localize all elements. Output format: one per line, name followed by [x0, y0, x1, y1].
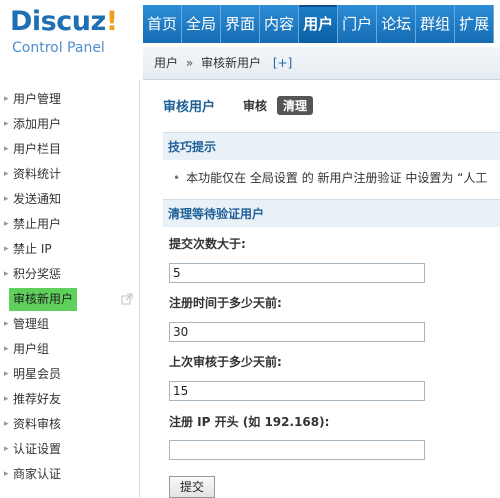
tab-group[interactable]: 群组	[416, 5, 456, 43]
bullet-icon: ▸	[4, 244, 9, 254]
tab-style[interactable]: 界面	[221, 5, 261, 43]
sidebar-item-label: 用户管理	[13, 92, 62, 106]
sidebar-item-recommend-friends[interactable]: ▸ 推荐好友	[0, 387, 139, 412]
sidebar-item-add-user[interactable]: ▸ 添加用户	[0, 112, 139, 137]
bullet-icon: ▸	[4, 394, 9, 404]
sidebar-item-label: 禁止 IP	[13, 242, 52, 256]
sidebar-item-send-notice[interactable]: ▸ 发送通知	[0, 187, 139, 212]
bullet-icon: ▸	[4, 94, 9, 104]
bullet-icon: ▸	[4, 119, 9, 129]
bullet-icon: ▸	[4, 419, 9, 429]
tab-user[interactable]: 用户	[299, 5, 339, 43]
bullet-icon: •	[173, 171, 181, 185]
tip-line: • 本功能仅在 全局设置 的 新用户注册验证 中设置为 “人工	[173, 169, 487, 186]
bullet-icon: ▸	[4, 344, 9, 354]
submit-count-input[interactable]	[169, 263, 425, 283]
sidebar-item-user-groups[interactable]: ▸ 用户组	[0, 337, 139, 362]
sidebar-item-profile-review[interactable]: ▸ 资料审核	[0, 412, 139, 437]
bullet-icon: ▸	[4, 469, 9, 479]
bullet-icon: ▸	[4, 219, 9, 229]
tip-text: 本功能仅在 全局设置 的 新用户注册验证 中设置为 “人工	[186, 171, 488, 185]
sidebar-item-label: 管理组	[13, 317, 50, 331]
tab-home[interactable]: 首页	[143, 5, 183, 43]
sidebar-item-credits[interactable]: ▸ 积分奖惩	[0, 262, 139, 287]
bullet-icon: ▸	[4, 194, 9, 204]
sidebar-item-star-members[interactable]: ▸ 明星会员	[0, 362, 139, 387]
tab-content[interactable]: 内容	[260, 5, 300, 43]
sidebar-item-review-new-users[interactable]: 审核新用户	[0, 287, 139, 312]
tab-forum[interactable]: 论坛	[377, 5, 417, 43]
sidebar-item-label: 积分奖惩	[13, 267, 62, 281]
bullet-icon: ▸	[4, 369, 9, 379]
field-label-reg-ip: 注册 IP 开头 (如 192.168):	[169, 415, 330, 429]
tab-global[interactable]: 全局	[182, 5, 222, 43]
breadcrumb-separator: »	[185, 56, 194, 70]
bullet-icon: ▸	[4, 169, 9, 179]
sidebar-item-label: 明星会员	[13, 367, 62, 381]
regdate-days-input[interactable]	[169, 322, 425, 342]
external-link-icon[interactable]	[121, 293, 133, 305]
bullet-icon: ▸	[4, 319, 9, 329]
bullet-icon: ▸	[4, 269, 9, 279]
header: Discuz! Control Panel 首页 全局 界面 内容 用户 门户 …	[0, 0, 500, 80]
sidebar-item-label: 发送通知	[13, 192, 62, 206]
bullet-icon: ▸	[4, 444, 9, 454]
page-title-row: 审核用户 审核 清理	[163, 95, 314, 115]
breadcrumb: 用户 » 审核新用户 [+]	[143, 47, 500, 80]
sidebar-item-label: 添加用户	[13, 117, 62, 131]
add-shortcut-button[interactable]: [+]	[273, 56, 292, 70]
page-title: 审核用户	[163, 99, 216, 115]
sidebar-item-label: 禁止用户	[13, 217, 62, 231]
sidebar: ▸ 用户管理 ▸ 添加用户 ▸ 用户栏目 ▸ 资料统计 ▸ 发送通知 ▸ 禁止用户 ▸ 禁止 …	[0, 80, 140, 498]
sidebar-item-profile-stats[interactable]: ▸ 资料统计	[0, 162, 139, 187]
sidebar-item-label: 用户栏目	[13, 142, 62, 156]
reg-ip-input[interactable]	[169, 440, 425, 460]
tab-clean[interactable]: 清理	[277, 95, 314, 115]
sidebar-item-label: 推荐好友	[13, 392, 62, 406]
sidebar-item-label: 用户组	[13, 342, 50, 356]
tab-portal[interactable]: 门户	[338, 5, 378, 43]
clean-header: 清理等待验证用户	[163, 199, 500, 227]
bullet-icon: ▸	[4, 144, 9, 154]
breadcrumb-section[interactable]: 用户	[154, 56, 178, 70]
sidebar-item-label: 资料审核	[13, 417, 62, 431]
sidebar-item-label: 商家认证	[13, 467, 62, 481]
field-label-last-review: 上次审核于多少天前:	[169, 355, 282, 369]
sidebar-item-user-manage[interactable]: ▸ 用户管理	[0, 87, 139, 112]
sidebar-item-merchant-verify[interactable]: ▸ 商家认证	[0, 462, 139, 487]
sidebar-item-verify-settings[interactable]: ▸ 认证设置	[0, 437, 139, 462]
field-label-submit-count: 提交次数大于:	[169, 237, 246, 251]
sidebar-item-admin-groups[interactable]: ▸ 管理组	[0, 312, 139, 337]
breadcrumb-page: 审核新用户	[201, 56, 262, 70]
sidebar-item-label: 审核新用户	[9, 288, 78, 311]
tab-review[interactable]: 审核	[243, 97, 267, 114]
sidebar-item-label: 资料统计	[13, 167, 62, 181]
main-content: 审核用户 审核 清理 技巧提示 • 本功能仅在 全局设置 的 新用户注册验证 中设…	[155, 80, 500, 498]
sidebar-item-ban-user[interactable]: ▸ 禁止用户	[0, 212, 139, 237]
sidebar-item-ban-ip[interactable]: ▸ 禁止 IP	[0, 237, 139, 262]
sidebar-item-label: 认证设置	[13, 442, 62, 456]
logo-subtitle: Control Panel	[12, 40, 105, 56]
logo[interactable]: Discuz! Control Panel	[10, 6, 145, 62]
tab-extend[interactable]: 扩展	[455, 5, 495, 43]
tips-header: 技巧提示	[163, 132, 500, 160]
field-label-regdate: 注册时间于多少天前:	[169, 296, 282, 310]
submit-button[interactable]: 提交	[169, 476, 215, 498]
last-review-days-input[interactable]	[169, 381, 425, 401]
top-navigation: 首页 全局 界面 内容 用户 门户 论坛 群组 扩展	[143, 5, 495, 43]
sidebar-item-user-columns[interactable]: ▸ 用户栏目	[0, 137, 139, 162]
logo-wordmark: Discuz!	[10, 6, 118, 37]
